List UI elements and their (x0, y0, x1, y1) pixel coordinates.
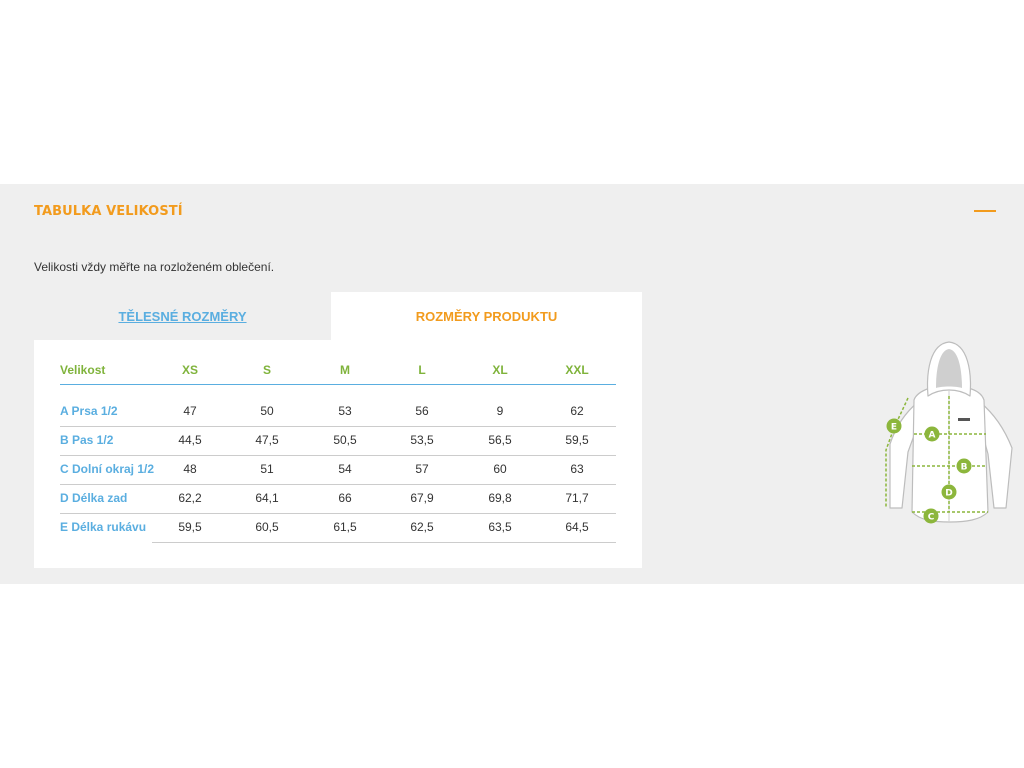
table-cell: 54 (338, 462, 352, 476)
table-cell: 53 (338, 404, 352, 418)
table-cell: 69,8 (488, 491, 512, 505)
row-label: C Dolní okraj 1/2 (60, 462, 155, 476)
table-cell: 66 (338, 491, 352, 505)
table-cell: 51 (260, 462, 274, 476)
table-cell: 63,5 (488, 520, 512, 534)
table-cell: 60 (493, 462, 507, 476)
tab-body-dimensions[interactable]: TĚLESNÉ ROZMĚRY (34, 292, 331, 340)
row-label: A Prsa 1/2 (60, 404, 118, 418)
size-chart-title[interactable]: TABULKA VELIKOSTÍ (34, 204, 183, 219)
svg-text:C: C (928, 512, 935, 522)
header-size-m: M (340, 363, 350, 377)
table-cell: 59,5 (565, 433, 589, 447)
table-cell: 71,7 (565, 491, 589, 505)
tab-body-dimensions-label: TĚLESNÉ ROZMĚRY (118, 308, 247, 324)
table-cell: 57 (415, 462, 429, 476)
table-row: C Dolní okraj 1/2 48 51 54 57 60 63 (60, 455, 616, 484)
table-cell: 62 (570, 404, 584, 418)
table-cell: 53,5 (410, 433, 434, 447)
header-size-xl: XL (492, 363, 508, 377)
tab-product-dimensions[interactable]: ROZMĚRY PRODUKTU (331, 292, 642, 340)
table-cell: 50,5 (333, 433, 357, 447)
table-row: A Prsa 1/2 47 50 53 56 9 62 (60, 397, 616, 426)
table-row: B Pas 1/2 44,5 47,5 50,5 53,5 56,5 59,5 (60, 426, 616, 455)
table-cell: 60,5 (255, 520, 279, 534)
header-size-l: L (418, 363, 426, 377)
header-size-xxl: XXL (565, 363, 589, 377)
table-cell: 47 (183, 404, 197, 418)
tab-product-dimensions-label: ROZMĚRY PRODUKTU (415, 308, 558, 324)
table-cell: 9 (496, 404, 504, 418)
table-cell: 59,5 (178, 520, 202, 534)
table-cell: 48 (183, 462, 197, 476)
svg-text:B: B (961, 462, 968, 472)
table-cell: 44,5 (178, 433, 202, 447)
table-cell: 62,5 (410, 520, 434, 534)
row-divider (152, 542, 616, 543)
table-cell: 64,5 (565, 520, 589, 534)
header-size-xs: XS (181, 363, 198, 377)
svg-text:D: D (945, 488, 952, 498)
svg-text:E: E (891, 422, 897, 432)
table-cell: 63 (570, 462, 584, 476)
header-size-label: Velikost (60, 363, 106, 377)
table-row: D Délka zad 62,2 64,1 66 67,9 69,8 71,7 (60, 484, 616, 513)
table-cell: 50 (260, 404, 274, 418)
table-cell: 56 (415, 404, 429, 418)
measure-instructions: Velikosti vždy měřte na rozloženém obleč… (34, 260, 275, 274)
table-header-row: Velikost XS S M L XL XXL (60, 356, 616, 385)
row-label: D Délka zad (60, 491, 128, 505)
collapse-minus-icon[interactable] (974, 203, 996, 219)
table-cell: 67,9 (410, 491, 434, 505)
table-row: E Délka rukávu 59,5 60,5 61,5 62,5 63,5 … (60, 513, 616, 542)
row-label: E Délka rukávu (60, 520, 147, 534)
svg-text:A: A (929, 430, 936, 440)
table-cell: 56,5 (488, 433, 512, 447)
table-cell: 47,5 (255, 433, 279, 447)
table-cell: 62,2 (178, 491, 202, 505)
jacket-measurement-diagram-icon: A B C D E (885, 341, 1013, 524)
header-size-s: S (262, 363, 271, 377)
table-cell: 61,5 (333, 520, 357, 534)
row-label: B Pas 1/2 (60, 433, 114, 447)
table-cell: 64,1 (255, 491, 279, 505)
